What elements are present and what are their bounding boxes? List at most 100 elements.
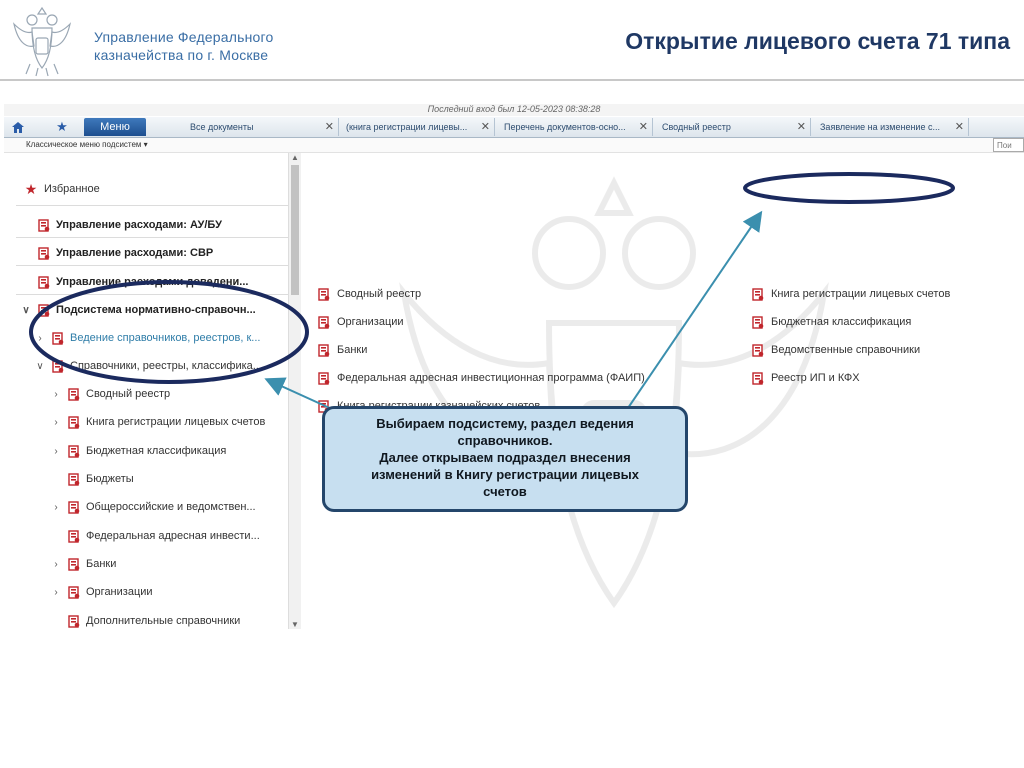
chevron-down-icon[interactable]: ∨ xyxy=(34,361,46,372)
content-link-ip-kfh-register[interactable]: Реестр ИП и КФХ xyxy=(752,369,860,387)
content-pane: Сводный реестр Организации Банки Федерал… xyxy=(304,153,1024,629)
tree-item-label: Сводный реестр xyxy=(86,388,171,400)
callout-line: Выбираем подсистему, раздел ведения xyxy=(376,416,634,431)
document-icon xyxy=(318,315,330,329)
tab-label: Сводный реестр xyxy=(662,122,731,132)
content-link-label: Банки xyxy=(337,344,368,356)
tree-item-label: Банки xyxy=(86,558,117,570)
tab-base-documents-list[interactable]: Перечень документов-осно... ✕ xyxy=(498,118,653,136)
document-icon xyxy=(318,371,330,385)
tree-item-label: Подсистема нормативно-справочн... xyxy=(56,304,256,316)
tab-label: Все документы xyxy=(190,122,254,132)
subsystem-tree: ★ Избранное Управление расходами: АУ/БУ … xyxy=(4,153,304,629)
tree-item-directories-registers[interactable]: ∨ Справочники, реестры, классифика... xyxy=(34,356,262,376)
tab-label: Заявление на изменение с... xyxy=(820,122,940,132)
chevron-right-icon[interactable]: › xyxy=(50,389,62,400)
tree-scrollbar[interactable]: ▲ ▼ xyxy=(288,153,301,629)
tree-item-label: Организации xyxy=(86,586,153,598)
slide-title: Открытие лицевого счета 71 типа xyxy=(625,28,1010,54)
last-login-strip: Последний вход был 12-05-2023 08:38:28 xyxy=(4,104,1024,116)
content-link-budget-classification[interactable]: Бюджетная классификация xyxy=(752,313,911,331)
callout-line: изменений в Книгу регистрации лицевых xyxy=(371,467,639,482)
tree-item-expenses-au-bu[interactable]: Управление расходами: АУ/БУ xyxy=(38,215,222,235)
document-icon xyxy=(68,529,80,543)
tree-item-expenses-allocation[interactable]: Управление расходами доведени... xyxy=(38,272,248,292)
scroll-thumb[interactable] xyxy=(291,165,299,295)
tree-item-favorites[interactable]: ★ Избранное xyxy=(24,179,100,199)
tree-item-expenses-svr[interactable]: Управление расходами: СВР xyxy=(38,243,213,263)
tree-item-label: Книга регистрации лицевых счетов xyxy=(86,416,266,428)
content-link-consolidated-register[interactable]: Сводный реестр xyxy=(318,285,421,303)
tree-item-additional-directories[interactable]: Дополнительные справочники xyxy=(68,611,240,629)
content-link-label: Федеральная адресная инвестиционная прог… xyxy=(337,372,645,384)
document-icon xyxy=(68,500,80,514)
tab-change-request[interactable]: Заявление на изменение с... ✕ xyxy=(814,118,969,136)
tab-all-documents[interactable]: Все документы ✕ xyxy=(184,118,339,136)
content-link-account-register-book[interactable]: Книга регистрации лицевых счетов xyxy=(752,285,950,303)
close-icon[interactable]: ✕ xyxy=(639,118,648,136)
document-icon xyxy=(68,614,80,628)
chevron-right-icon[interactable]: › xyxy=(50,417,62,428)
content-link-label: Бюджетная классификация xyxy=(771,316,912,328)
tree-item-label: Бюджетная классификация xyxy=(86,445,227,457)
tree-item-account-register-book[interactable]: › Книга регистрации лицевых счетов xyxy=(50,412,265,432)
content-link-organizations[interactable]: Организации xyxy=(318,313,404,331)
document-icon xyxy=(752,343,764,357)
divider xyxy=(16,294,288,295)
chevron-right-icon[interactable]: › xyxy=(50,502,62,513)
document-icon xyxy=(68,444,80,458)
divider xyxy=(16,237,288,238)
content-link-faip[interactable]: Федеральная адресная инвестиционная прог… xyxy=(318,369,645,387)
tree-item-budgets[interactable]: Бюджеты xyxy=(68,469,134,489)
tree-item-federal-investment[interactable]: Федеральная адресная инвести... xyxy=(68,526,260,546)
document-icon xyxy=(752,315,764,329)
callout-line: счетов xyxy=(483,484,527,499)
tree-item-label: Общероссийские и ведомствен... xyxy=(86,501,256,513)
home-icon[interactable] xyxy=(6,117,30,137)
document-icon xyxy=(68,472,80,486)
tree-item-label: Управление расходами доведени... xyxy=(56,276,249,288)
tree-item-organizations[interactable]: › Организации xyxy=(50,582,153,602)
document-icon xyxy=(38,246,50,260)
divider xyxy=(16,265,288,266)
content-link-label: Книга регистрации лицевых счетов xyxy=(771,288,951,300)
favorites-star-icon[interactable]: ★ xyxy=(50,117,74,137)
tab-bar: ★ Меню Все документы ✕ (книга регистраци… xyxy=(4,117,1024,138)
scroll-up-icon[interactable]: ▲ xyxy=(291,153,299,162)
document-icon xyxy=(68,557,80,571)
close-icon[interactable]: ✕ xyxy=(797,118,806,136)
document-icon xyxy=(68,387,80,401)
document-icon xyxy=(38,218,50,232)
chevron-right-icon[interactable]: › xyxy=(50,559,62,570)
callout-line: справочников. xyxy=(457,433,553,448)
instruction-callout: Выбираем подсистему, раздел ведения спра… xyxy=(322,406,688,512)
close-icon[interactable]: ✕ xyxy=(955,118,964,136)
tree-item-all-russian-departmental[interactable]: › Общероссийские и ведомствен... xyxy=(50,497,256,517)
tree-item-reference-subsystem[interactable]: ∨ Подсистема нормативно-справочн... xyxy=(20,300,256,320)
tree-item-label: Ведение справочников, реестров, к... xyxy=(70,332,261,344)
emblem-logo xyxy=(12,6,72,77)
chevron-right-icon[interactable]: › xyxy=(34,333,46,344)
chevron-down-icon[interactable]: ∨ xyxy=(20,305,32,316)
classic-menu-dropdown[interactable]: Классическое меню подсистем ▾ xyxy=(26,138,148,152)
tab-consolidated-register[interactable]: Сводный реестр ✕ xyxy=(656,118,811,136)
scroll-down-icon[interactable]: ▼ xyxy=(291,620,299,629)
org-name-line1: Управление Федерального xyxy=(94,29,274,45)
chevron-right-icon[interactable]: › xyxy=(50,587,62,598)
search-input[interactable]: Пои xyxy=(993,138,1024,152)
document-icon xyxy=(318,287,330,301)
close-icon[interactable]: ✕ xyxy=(325,118,334,136)
tree-item-label: Управление расходами: СВР xyxy=(56,247,214,259)
content-link-label: Реестр ИП и КФХ xyxy=(771,372,860,384)
tree-item-banks[interactable]: › Банки xyxy=(50,554,116,574)
content-link-departmental-directories[interactable]: Ведомственные справочники xyxy=(752,341,920,359)
content-link-banks[interactable]: Банки xyxy=(318,341,367,359)
chevron-right-icon[interactable]: › xyxy=(50,446,62,457)
tree-item-manage-directories[interactable]: › Ведение справочников, реестров, к... xyxy=(34,328,260,348)
tab-account-register-book[interactable]: (книга регистрации лицевы... ✕ xyxy=(340,118,495,136)
tree-item-consolidated-register[interactable]: › Сводный реестр xyxy=(50,384,170,404)
tab-menu[interactable]: Меню xyxy=(84,118,146,136)
content-link-label: Ведомственные справочники xyxy=(771,344,921,356)
close-icon[interactable]: ✕ xyxy=(481,118,490,136)
tree-item-budget-classification[interactable]: › Бюджетная классификация xyxy=(50,441,226,461)
